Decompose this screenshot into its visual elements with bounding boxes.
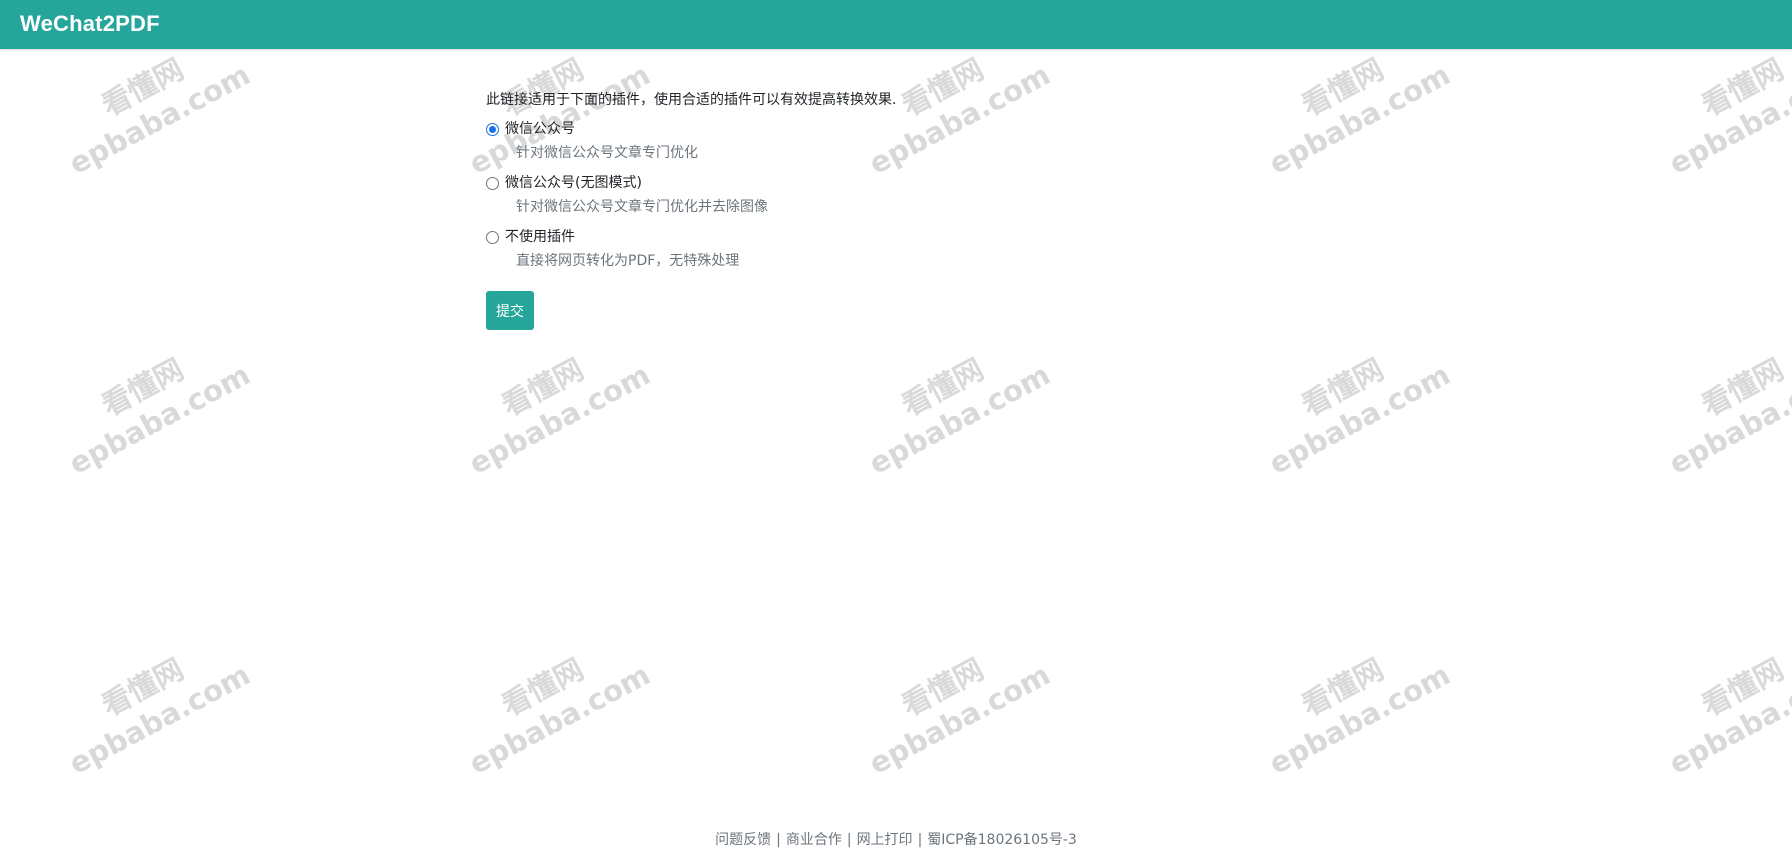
option-row[interactable]: 不使用插件 <box>486 227 1186 247</box>
watermark: 看懂网 epbaba.com <box>1263 51 1456 181</box>
option-description: 针对微信公众号文章专门优化 <box>516 145 698 161</box>
footer-link-icp[interactable]: 蜀ICP备18026105号-3 <box>927 832 1077 848</box>
footer-link-print[interactable]: 网上打印 <box>857 832 913 848</box>
watermark: 看懂网 epbaba.com <box>1663 651 1792 781</box>
submit-button[interactable]: 提交 <box>486 291 534 330</box>
option-label[interactable]: 不使用插件 <box>505 227 575 247</box>
top-navbar: WeChat2PDF <box>0 0 1792 49</box>
plugin-form: 此链接适用于下面的插件，使用合适的插件可以有效提高转换效果. 微信公众号 针对微… <box>486 90 1186 330</box>
footer-link-business[interactable]: 商业合作 <box>786 832 842 848</box>
watermark: 看懂网 epbaba.com <box>463 351 656 481</box>
watermark: 看懂网 epbaba.com <box>1263 351 1456 481</box>
option-description: 针对微信公众号文章专门优化并去除图像 <box>516 199 768 215</box>
option-row[interactable]: 微信公众号 <box>486 119 1186 139</box>
radio-wechat[interactable] <box>486 122 499 136</box>
watermark: 看懂网 epbaba.com <box>463 651 656 781</box>
watermark: 看懂网 epbaba.com <box>863 351 1056 481</box>
watermark: 看懂网 epbaba.com <box>63 351 256 481</box>
option-no-plugin[interactable]: 不使用插件 直接将网页转化为PDF，无特殊处理 <box>486 227 1186 275</box>
footer-separator: | <box>846 832 852 848</box>
option-wechat-noimage[interactable]: 微信公众号(无图模式) 针对微信公众号文章专门优化并去除图像 <box>486 173 1186 221</box>
option-description: 直接将网页转化为PDF，无特殊处理 <box>516 253 740 269</box>
watermark: 看懂网 epbaba.com <box>63 51 256 181</box>
footer: 问题反馈 | 商业合作 | 网上打印 | 蜀ICP备18026105号-3 <box>0 830 1792 850</box>
footer-separator: | <box>917 832 923 848</box>
option-wechat[interactable]: 微信公众号 针对微信公众号文章专门优化 <box>486 119 1186 167</box>
watermark: 看懂网 epbaba.com <box>63 651 256 781</box>
footer-separator: | <box>776 832 781 848</box>
option-row[interactable]: 微信公众号(无图模式) <box>486 173 1186 193</box>
option-label[interactable]: 微信公众号(无图模式) <box>505 173 642 193</box>
watermark: 看懂网 epbaba.com <box>863 651 1056 781</box>
watermark: 看懂网 epbaba.com <box>1663 51 1792 181</box>
brand-logo[interactable]: WeChat2PDF <box>20 11 160 37</box>
watermark: 看懂网 epbaba.com <box>1263 651 1456 781</box>
radio-no-plugin[interactable] <box>486 230 499 244</box>
radio-wechat-noimage[interactable] <box>486 176 499 190</box>
option-label[interactable]: 微信公众号 <box>505 119 575 139</box>
watermark: 看懂网 epbaba.com <box>1663 351 1792 481</box>
form-intro: 此链接适用于下面的插件，使用合适的插件可以有效提高转换效果. <box>486 92 897 108</box>
footer-link-feedback[interactable]: 问题反馈 <box>715 832 771 848</box>
